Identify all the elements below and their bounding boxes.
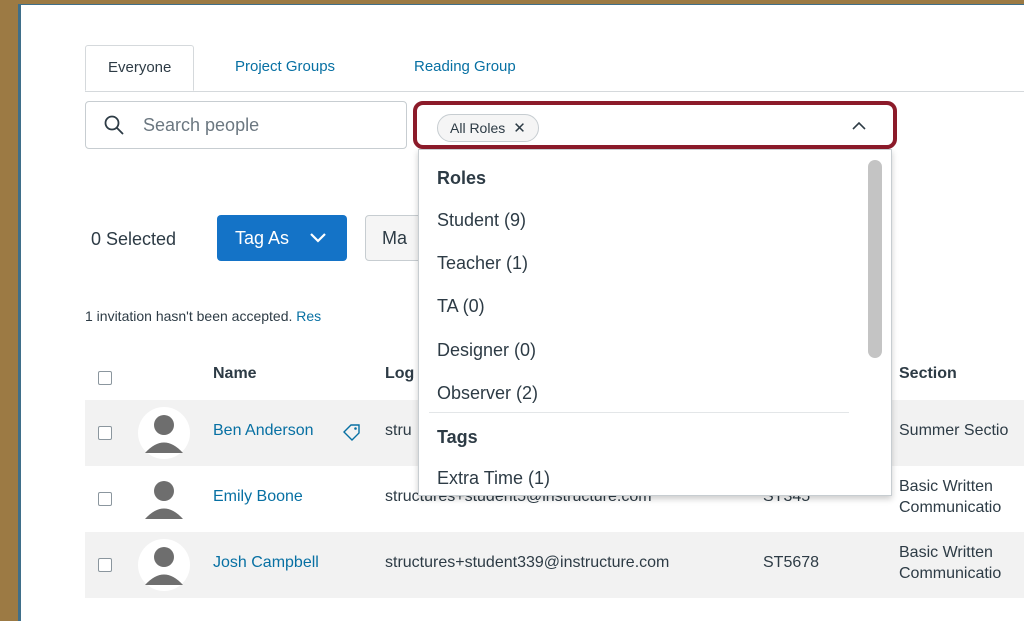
- chip-label: All Roles: [450, 120, 506, 136]
- close-icon[interactable]: ✕: [513, 120, 526, 137]
- option-ta[interactable]: TA (0): [437, 296, 485, 317]
- option-student[interactable]: Student (9): [437, 210, 526, 231]
- row-checkbox[interactable]: [98, 558, 112, 572]
- row-checkbox[interactable]: [98, 426, 112, 440]
- column-header-name[interactable]: Name: [213, 365, 257, 383]
- tag-icon: [342, 423, 362, 446]
- section-line-2: Communicatio: [899, 499, 1002, 516]
- tags-group-heading: Tags: [437, 427, 478, 447]
- chevron-up-icon[interactable]: [851, 119, 867, 137]
- tab-everyone[interactable]: Everyone: [85, 45, 195, 91]
- section-line-1: Basic Written: [899, 478, 993, 495]
- column-header-login[interactable]: Log: [385, 365, 414, 383]
- tag-as-button[interactable]: Tag As: [217, 215, 347, 261]
- login-id: stru: [385, 422, 412, 439]
- resend-link[interactable]: Res: [296, 308, 321, 324]
- avatar-icon: [137, 538, 191, 592]
- option-extra-time[interactable]: Extra Time (1): [437, 468, 550, 489]
- person-name-link[interactable]: Emily Boone: [213, 488, 303, 506]
- option-teacher[interactable]: Teacher (1): [437, 253, 528, 274]
- search-input[interactable]: Search people: [85, 101, 407, 149]
- person-name-link[interactable]: Josh Campbell: [213, 554, 319, 572]
- login-id: structures+student339@instructure.com: [385, 554, 670, 571]
- chevron-down-icon: [309, 216, 327, 262]
- column-header-section[interactable]: Section: [899, 365, 957, 383]
- invitation-text: 1 invitation hasn't been accepted.: [85, 308, 293, 324]
- invitation-notice: 1 invitation hasn't been accepted. Res: [85, 308, 321, 324]
- option-observer[interactable]: Observer (2): [437, 383, 538, 404]
- section: Summer Sectio: [899, 422, 1009, 439]
- section-line-1: Basic Written: [899, 544, 993, 561]
- search-icon: [104, 115, 124, 140]
- tab-reading-group[interactable]: Reading Group: [414, 45, 516, 91]
- dropdown-scrollbar[interactable]: [868, 160, 882, 358]
- row-checkbox[interactable]: [98, 492, 112, 506]
- tab-project-groups[interactable]: Project Groups: [235, 45, 335, 91]
- roles-filter-select[interactable]: All Roles ✕: [413, 101, 897, 149]
- tab-bar: Everyone Project Groups Reading Group: [85, 45, 1024, 92]
- roles-group-heading: Roles: [437, 168, 487, 188]
- person-name-link[interactable]: Ben Anderson: [213, 422, 314, 440]
- tag-as-label: Tag As: [235, 228, 290, 248]
- avatar-icon: [137, 406, 191, 460]
- section-line-2: Communicatio: [899, 565, 1002, 582]
- roles-dropdown-menu: Roles Student (9) Teacher (1) TA (0) Des…: [418, 149, 892, 496]
- avatar-icon: [137, 472, 191, 526]
- all-roles-chip[interactable]: All Roles ✕: [437, 114, 539, 142]
- select-all-checkbox[interactable]: [98, 371, 112, 385]
- sis-id: ST5678: [763, 554, 820, 571]
- table-row: Josh Campbell structures+student339@inst…: [85, 532, 1024, 598]
- group-divider: [429, 412, 849, 413]
- selected-count: 0 Selected: [91, 229, 177, 249]
- search-placeholder: Search people: [143, 115, 260, 135]
- people-page: Everyone Project Groups Reading Group Se…: [18, 4, 1024, 621]
- option-designer[interactable]: Designer (0): [437, 340, 536, 361]
